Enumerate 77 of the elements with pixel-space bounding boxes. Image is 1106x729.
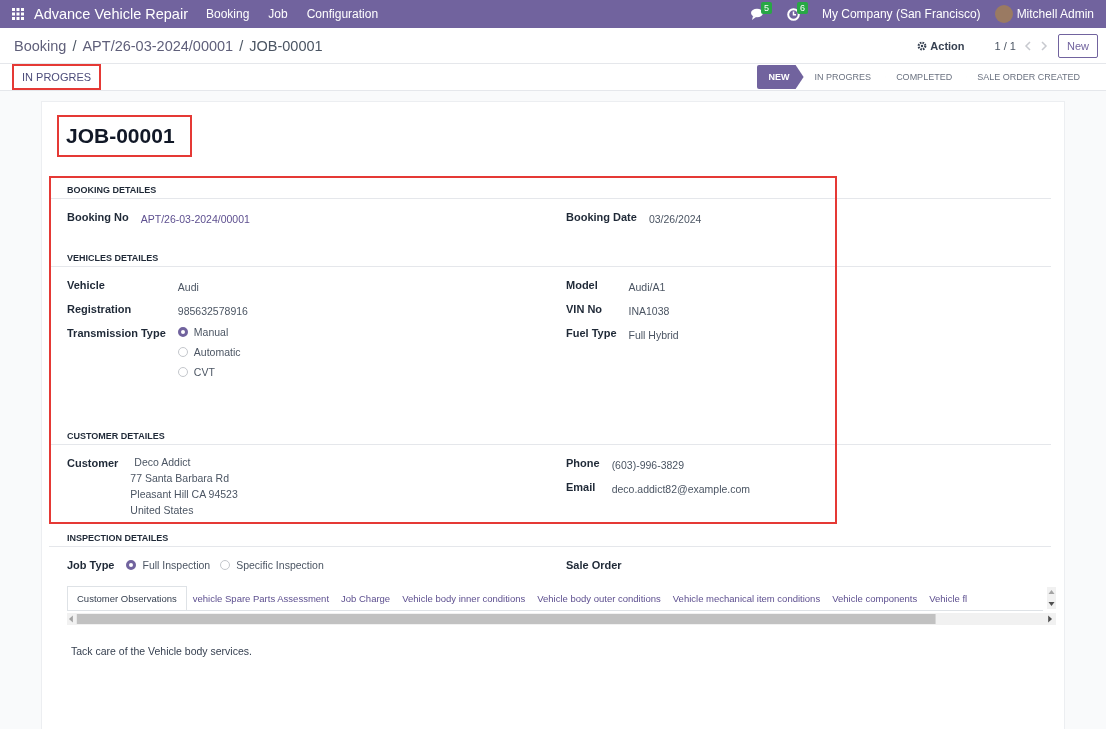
section-heading: INSPECTION DETAILES xyxy=(49,524,1051,547)
address-line: United States xyxy=(130,504,195,516)
field-label: Sale Order xyxy=(566,558,622,571)
clock-icon[interactable] xyxy=(786,7,800,21)
section-heading: BOOKING DETAILES xyxy=(49,176,1051,199)
horizontal-scrollbar[interactable] xyxy=(67,613,1056,625)
field-label: Email xyxy=(566,480,597,495)
next-chevron-icon[interactable] xyxy=(1041,40,1048,51)
tab-scroll-arrows-icon[interactable] xyxy=(1047,587,1056,609)
radio-label[interactable]: Full Inspection xyxy=(142,558,211,571)
observation-text: Tack care of the Vehicle body services. xyxy=(70,644,253,657)
field-label: Booking No xyxy=(67,210,129,225)
field-value: INA1038 xyxy=(628,304,671,317)
radio-button[interactable] xyxy=(177,327,188,337)
menu-item[interactable]: Booking xyxy=(205,7,250,21)
status-button[interactable]: IN PROGRES xyxy=(12,64,102,90)
radio-label[interactable]: CVT xyxy=(193,366,215,378)
field-value: 985632578916 xyxy=(177,304,249,317)
user-avatar[interactable] xyxy=(994,5,1013,23)
status-stage[interactable]: NEW xyxy=(756,65,804,89)
field-value: Full Hybrid xyxy=(628,328,680,341)
record-title: JOB-00001 xyxy=(58,116,191,156)
notebook-tab[interactable]: Vehicle fl xyxy=(923,586,974,610)
previous-chevron-icon[interactable] xyxy=(1024,40,1031,51)
notebook-tab[interactable]: Vehicle components xyxy=(826,586,924,610)
field-label: Fuel Type xyxy=(566,326,617,341)
notebook-tab[interactable]: vehicle Spare Parts Assessment xyxy=(186,586,336,610)
company-switcher[interactable]: My Company (San Francisco) xyxy=(821,7,981,21)
breadcrumb-link[interactable]: Booking xyxy=(14,37,67,54)
notebook-tab[interactable]: Customer Observations xyxy=(67,586,187,610)
field-value: 03/26/2024 xyxy=(648,212,703,225)
pager-value: 1 / 1 xyxy=(994,39,1016,52)
field-label: Customer xyxy=(67,456,119,471)
customer-name[interactable]: Deco Addict xyxy=(130,456,566,468)
current-record-title: JOB-00001 xyxy=(249,37,323,54)
notebook-tab[interactable]: Vehicle mechanical item conditions xyxy=(666,586,827,610)
record-link[interactable]: APT/26-03-2024/00001 xyxy=(140,210,566,225)
field-label: Job Type xyxy=(67,558,115,571)
chat-icon[interactable] xyxy=(750,8,765,20)
breadcrumb-separator: / xyxy=(72,37,77,54)
notebook-tab[interactable]: Vehicle body inner conditions xyxy=(396,586,532,610)
radio-button[interactable] xyxy=(220,559,231,570)
apps-menu-icon[interactable] xyxy=(12,8,24,20)
menu-item[interactable]: Job xyxy=(268,7,288,21)
section-heading: CUSTOMER DETAILES xyxy=(49,422,1051,445)
breadcrumb-link[interactable]: APT/26-03-2024/00001 xyxy=(82,37,234,54)
field-value: Audi/A1 xyxy=(628,280,667,293)
app-name[interactable]: Advance Vehicle Repair xyxy=(34,6,188,22)
radio-label[interactable]: Manual xyxy=(193,326,229,338)
user-name[interactable]: Mitchell Admin xyxy=(1016,7,1094,21)
settings-icon xyxy=(917,40,928,51)
new-button[interactable]: New xyxy=(1058,33,1098,58)
menu-item[interactable]: Configuration xyxy=(306,7,379,21)
field-value: deco.addict82@example.com xyxy=(611,482,752,495)
activity-count-badge: 6 xyxy=(796,1,808,14)
field-label: Registration xyxy=(67,302,133,317)
field-label: Booking Date xyxy=(566,210,637,225)
message-count-badge: 5 xyxy=(760,2,772,14)
action-menu-button[interactable]: Action xyxy=(917,39,965,52)
radio-button[interactable] xyxy=(177,367,188,377)
notebook-tab[interactable]: Vehicle body outer conditions xyxy=(531,586,667,610)
field-label: Phone xyxy=(566,456,600,471)
field-value: (603)-996-3829 xyxy=(611,458,685,471)
radio-button[interactable] xyxy=(177,347,188,357)
field-label: Model xyxy=(566,278,599,293)
field-label: VIN No xyxy=(566,302,604,317)
section-heading: VEHICLES DETAILES xyxy=(49,244,1051,267)
address-line: Pleasant Hill CA 94523 xyxy=(130,488,239,500)
field-label: Vehicle xyxy=(67,278,106,293)
radio-label[interactable]: Specific Inspection xyxy=(236,558,324,571)
radio-label[interactable]: Automatic xyxy=(193,346,241,358)
field-value: Audi xyxy=(177,280,200,293)
address-line: 77 Santa Barbara Rd xyxy=(130,472,230,484)
radio-button[interactable] xyxy=(126,559,137,570)
breadcrumb-separator: / xyxy=(239,37,244,54)
notebook-tab[interactable]: Job Charge xyxy=(335,586,397,610)
field-label: Transmission Type xyxy=(67,326,166,341)
